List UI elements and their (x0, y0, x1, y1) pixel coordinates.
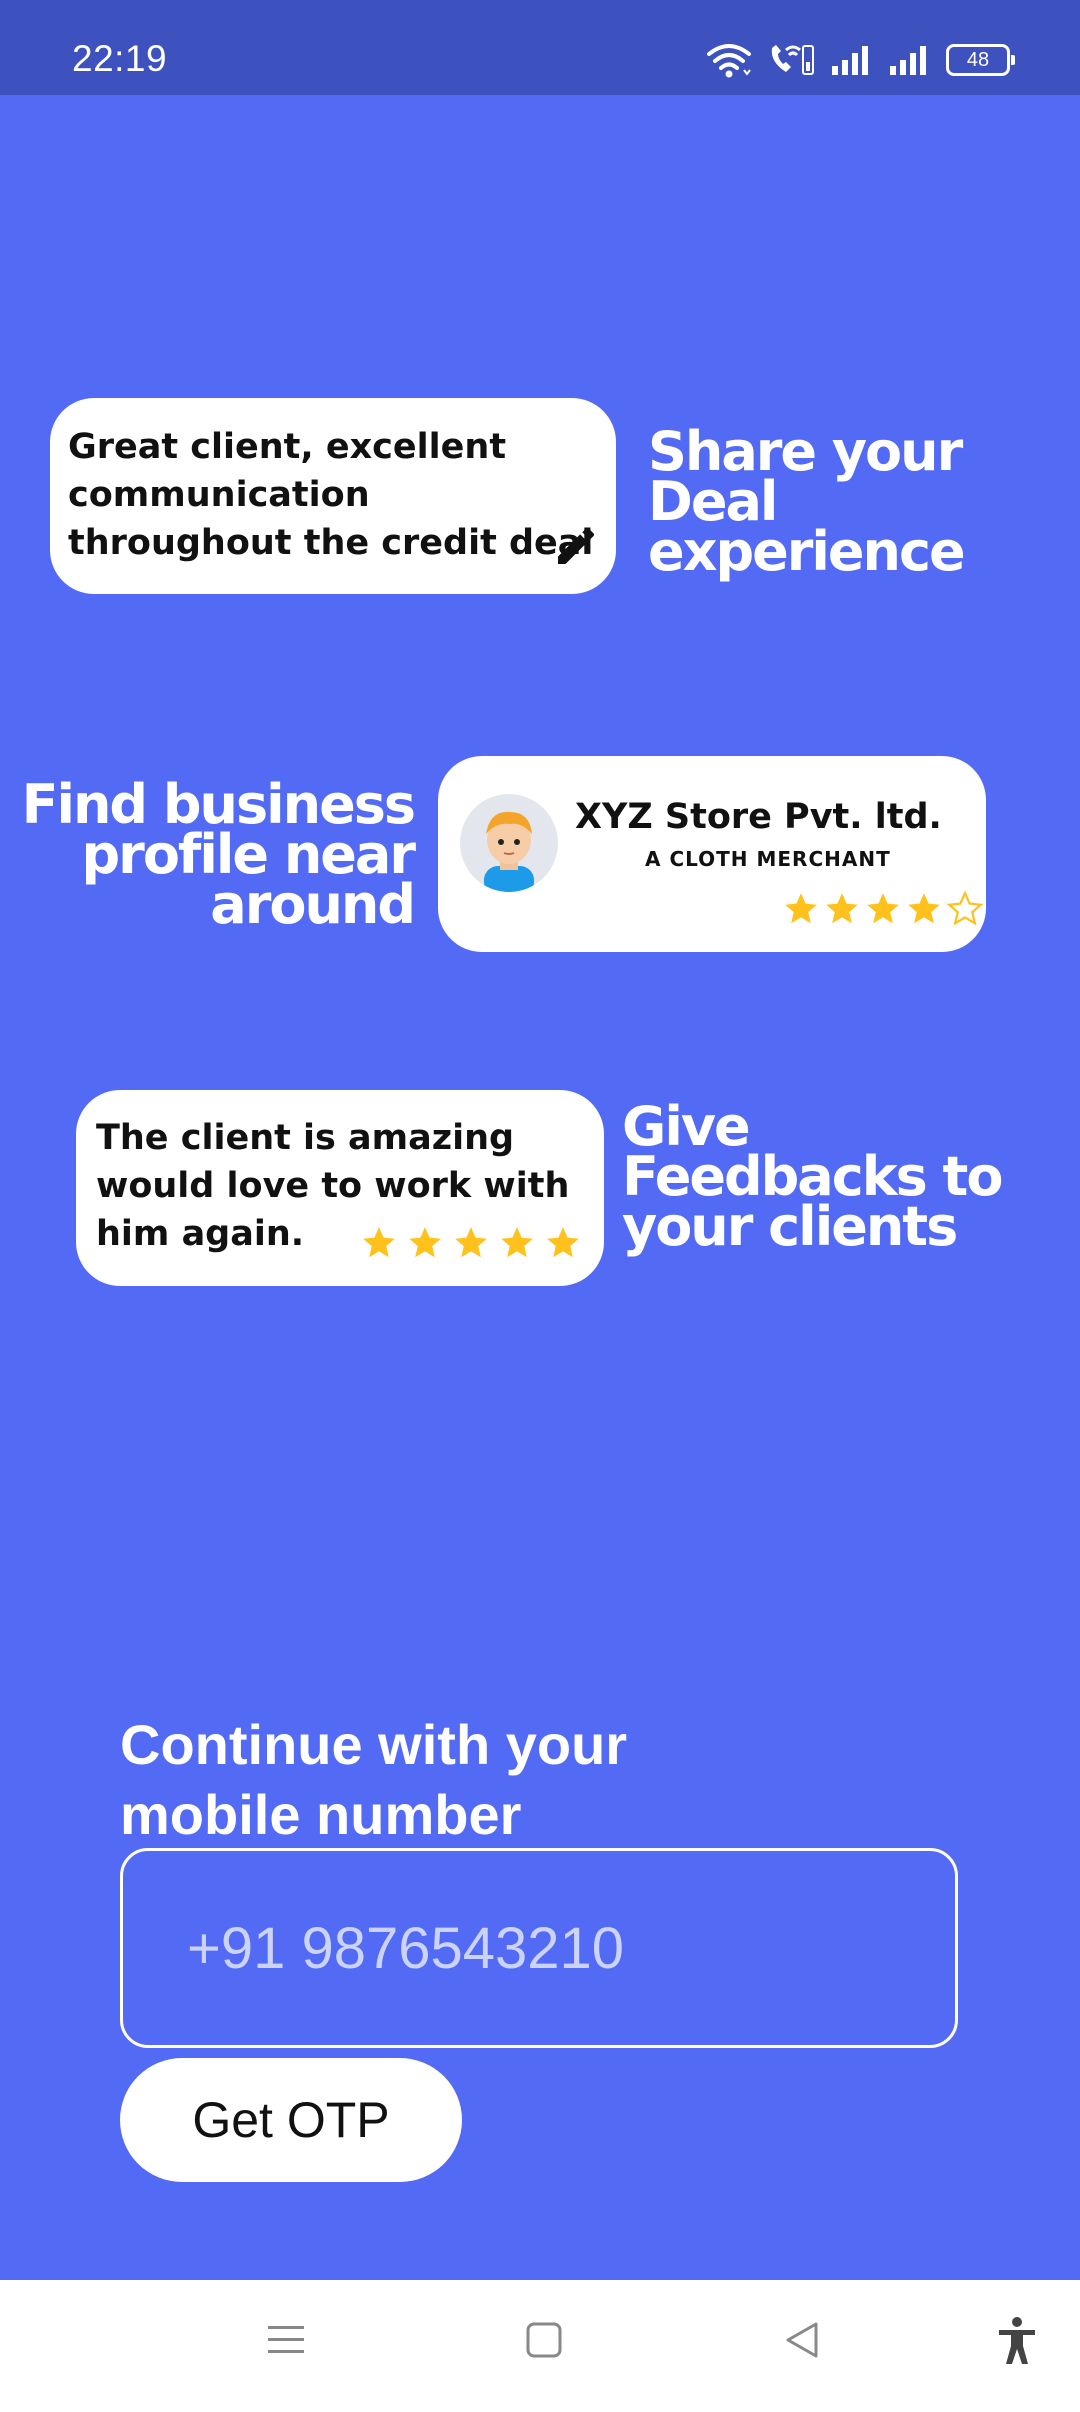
deal-review-line-2: communication (68, 475, 370, 515)
home-icon[interactable] (524, 2320, 564, 2360)
signal-icon-2 (890, 46, 926, 75)
deal-review-line-1: Great client, excellent (68, 427, 507, 467)
status-icons: 48 (706, 40, 1015, 80)
phone-number-input[interactable] (120, 1848, 958, 2048)
star-filled-icon (409, 1227, 441, 1258)
star-filled-icon (455, 1227, 487, 1258)
status-bar: 22:19 48 (0, 0, 1080, 95)
store-name: XYZ Store Pvt. ltd. (575, 797, 942, 837)
accessibility-icon[interactable] (996, 2316, 1038, 2366)
star-filled-icon (908, 893, 940, 924)
feedback-line-3: him again. (96, 1214, 305, 1254)
continue-label-line-1: Continue with your (120, 1713, 628, 1776)
back-icon[interactable] (782, 2320, 822, 2360)
continue-label-line-2: mobile number (120, 1783, 522, 1846)
continue-label: Continue with your mobile number (120, 1710, 627, 1850)
menu-icon[interactable] (266, 2320, 306, 2360)
avatar (460, 794, 558, 892)
store-subtitle: A CLOTH MERCHANT (645, 847, 891, 871)
star-empty-icon (946, 890, 984, 926)
wifi-icon (707, 44, 751, 78)
deal-review-line-3: throughout the credit deal (68, 523, 594, 563)
feedback-rating (360, 1224, 582, 1262)
feedback-line-2: would love to work with (96, 1166, 570, 1206)
star-filled-icon (363, 1227, 395, 1258)
star-filled-icon (785, 893, 817, 924)
business-rating (782, 890, 984, 928)
wifi-call-icon (771, 45, 814, 75)
feedback-line-1: The client is amazing (96, 1118, 515, 1158)
headline-give-line-3: your clients (622, 1195, 958, 1258)
battery-icon: 48 (946, 44, 1015, 76)
star-filled-icon (826, 893, 858, 924)
headline-find-line-3: around (210, 873, 416, 936)
status-time: 22:19 (72, 38, 168, 79)
get-otp-button[interactable]: Get OTP (120, 2058, 462, 2182)
star-filled-icon (547, 1227, 579, 1258)
navigation-bar (0, 2280, 1080, 2412)
signal-icon-1 (832, 46, 868, 75)
headline-share-line-3: experience (648, 520, 966, 583)
pencil-icon (558, 527, 595, 564)
star-filled-icon (867, 893, 899, 924)
star-filled-icon (501, 1227, 533, 1258)
